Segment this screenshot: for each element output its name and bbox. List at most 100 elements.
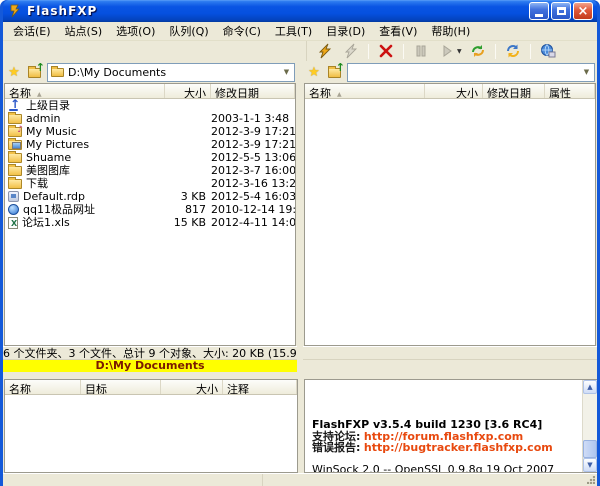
connect-bolt-icon[interactable]	[313, 42, 337, 60]
menu-queue[interactable]: 队列(Q)	[162, 21, 215, 41]
horizontal-splitter[interactable]	[3, 372, 597, 379]
file-row[interactable]: My Music 2012-3-9 17:21	[5, 125, 295, 138]
excel-file-icon	[8, 217, 18, 229]
menu-session[interactable]: 会话(E)	[6, 21, 58, 41]
remote-path-combobox[interactable]	[347, 63, 595, 82]
column-header-date[interactable]: 修改日期	[211, 84, 295, 98]
log-scrollbar[interactable]: ▲ ▼	[582, 380, 597, 472]
transfer-queue-icon[interactable]	[466, 42, 490, 60]
resume-icon[interactable]	[435, 42, 459, 60]
local-browser-bar: ★ ↑ D:\My Documents	[3, 61, 297, 83]
file-date: 2012-3-7 16:00	[211, 164, 295, 177]
column-header-size[interactable]: 大小	[161, 380, 223, 394]
file-row[interactable]: 上级目录	[5, 99, 295, 112]
file-row[interactable]: My Pictures 2012-3-9 17:21	[5, 138, 295, 151]
file-row[interactable]: qq11极品网址 817 2010-12-14 19:11	[5, 203, 295, 216]
scroll-down-icon[interactable]: ▼	[583, 458, 597, 472]
remote-list-header: 名称 大小 修改日期 属性	[305, 84, 595, 99]
file-date: 2003-1-1 3:48	[211, 112, 295, 125]
file-size	[165, 99, 211, 112]
folder-icon	[8, 166, 22, 176]
menu-view[interactable]: 查看(V)	[372, 21, 424, 41]
pause-icon[interactable]	[409, 42, 433, 60]
menu-commands[interactable]: 命令(C)	[216, 21, 268, 41]
remote-status-text	[303, 346, 597, 359]
chevron-down-icon[interactable]: ▼	[457, 48, 462, 55]
file-name: 下载	[26, 177, 48, 190]
bug-label: 错误报告:	[312, 441, 360, 454]
file-row[interactable]: 下载 2012-3-16 13:25	[5, 177, 295, 190]
up-directory-icon	[8, 100, 22, 111]
column-header-target[interactable]: 目标	[81, 380, 161, 394]
file-name: My Music	[26, 125, 77, 138]
column-header-attr[interactable]: 属性	[545, 84, 595, 98]
file-date: 2010-12-14 19:11	[211, 203, 295, 216]
column-header-name[interactable]: 名称	[5, 380, 81, 394]
titlebar[interactable]: FlashFXP ×	[3, 0, 597, 22]
pictures-folder-icon	[8, 140, 22, 150]
file-row[interactable]: Default.rdp 3 KB 2012-5-4 16:03	[5, 190, 295, 203]
flashfxp-window: FlashFXP × 会话(E) 站点(S) 选项(O) 队列(Q) 命令(C)…	[0, 0, 600, 486]
scrollbar-track[interactable]	[583, 394, 597, 440]
star-favorites-icon[interactable]: ★	[5, 65, 23, 80]
folder-icon	[51, 68, 64, 77]
log-text: FlashFXP v3.5.4 build 1230 [3.6 RC4] 支持论…	[305, 380, 582, 472]
site-globe-icon[interactable]	[536, 42, 560, 60]
scroll-up-icon[interactable]: ▲	[583, 380, 597, 394]
queue-header: 名称 目标 大小 注释	[5, 380, 297, 395]
queue-panel: 名称 目标 大小 注释	[4, 379, 298, 473]
local-path-combobox[interactable]: D:\My Documents	[47, 63, 295, 82]
log-bug-line: 错误报告: http://bugtracker.flashfxp.com	[312, 442, 582, 454]
menu-bar: 会话(E) 站点(S) 选项(O) 队列(Q) 命令(C) 工具(T) 目录(D…	[3, 22, 597, 41]
menu-directory[interactable]: 目录(D)	[319, 21, 372, 41]
scrollbar-thumb[interactable]	[583, 440, 597, 458]
file-name: qq11极品网址	[23, 203, 95, 216]
maximize-button[interactable]	[551, 2, 571, 20]
folder-icon	[8, 114, 22, 124]
chevron-down-icon[interactable]	[279, 64, 294, 81]
remote-browser-bar: ★ ↑	[303, 61, 597, 83]
status-pane-left	[3, 474, 263, 486]
close-button[interactable]: ×	[573, 2, 593, 20]
refresh-icon[interactable]	[501, 42, 525, 60]
rdp-file-icon	[8, 191, 19, 202]
folder-icon	[8, 153, 22, 163]
minimize-button[interactable]	[529, 2, 549, 20]
file-name: admin	[26, 112, 60, 125]
remote-panel: ★ ↑ 名称 大小 修改日期 属性	[303, 61, 597, 372]
file-row[interactable]: admin 2003-1-1 3:48	[5, 112, 295, 125]
file-date: 2012-5-4 16:03	[211, 190, 295, 203]
menu-sites[interactable]: 站点(S)	[58, 21, 110, 41]
music-folder-icon	[8, 127, 22, 137]
abort-x-icon[interactable]	[374, 42, 398, 60]
file-size	[165, 125, 211, 138]
disconnect-bolt-icon[interactable]	[339, 42, 363, 60]
local-path-value: D:\My Documents	[68, 66, 279, 79]
column-header-date[interactable]: 修改日期	[483, 84, 545, 98]
toolbar: ▼	[3, 41, 597, 61]
column-header-name[interactable]: 名称	[305, 84, 425, 98]
resize-grip[interactable]	[584, 474, 597, 486]
menu-help[interactable]: 帮助(H)	[424, 21, 477, 41]
local-status-text: 6 个文件夹、3 个文件、总计 9 个对象、大小: 20 KB (15.92 G…	[3, 346, 297, 359]
file-size	[165, 151, 211, 164]
chevron-down-icon[interactable]	[579, 64, 594, 81]
file-row[interactable]: Shuame 2012-5-5 13:06	[5, 151, 295, 164]
menu-tools[interactable]: 工具(T)	[268, 21, 319, 41]
file-name: Default.rdp	[23, 190, 85, 203]
bug-link[interactable]: http://bugtracker.flashfxp.com	[364, 441, 553, 454]
star-favorites-icon[interactable]: ★	[305, 65, 323, 80]
file-size: 3 KB	[165, 190, 211, 203]
column-header-comment[interactable]: 注释	[223, 380, 297, 394]
file-row[interactable]: 美图图库 2012-3-7 16:00	[5, 164, 295, 177]
column-header-size[interactable]: 大小	[425, 84, 483, 98]
column-header-name[interactable]: 名称	[5, 84, 165, 98]
folder-up-icon[interactable]: ↑	[26, 65, 44, 80]
file-row[interactable]: 论坛1.xls 15 KB 2012-4-11 14:00	[5, 216, 295, 229]
toolbar-separator	[495, 44, 496, 59]
menu-options[interactable]: 选项(O)	[109, 21, 162, 41]
column-header-size[interactable]: 大小	[165, 84, 211, 98]
local-list-header: 名称 大小 修改日期	[5, 84, 295, 99]
folder-up-icon[interactable]: ↑	[326, 65, 344, 80]
file-name: My Pictures	[26, 138, 89, 151]
